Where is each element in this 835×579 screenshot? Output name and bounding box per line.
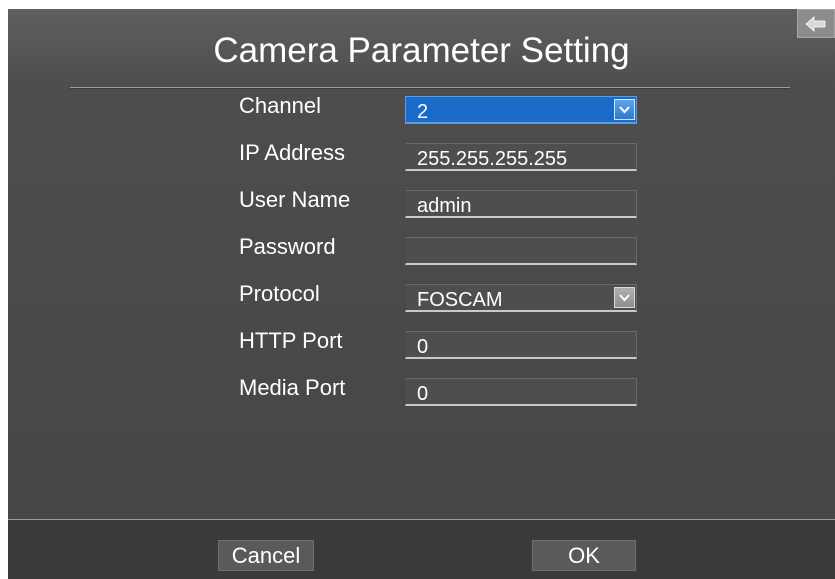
media-port-label: Media Port	[239, 375, 346, 400]
media-port-value: 0	[417, 383, 429, 405]
ip-address-field[interactable]: 255.255.255.255	[405, 143, 637, 171]
channel-select[interactable]: 2	[405, 96, 637, 124]
media-port-field[interactable]: 0	[405, 378, 637, 406]
user-name-label: User Name	[239, 187, 351, 212]
cancel-button[interactable]: Cancel	[218, 540, 314, 571]
channel-label: Channel	[239, 93, 321, 118]
channel-row: Channel 2	[8, 91, 835, 124]
title-divider	[70, 87, 790, 89]
user-name-row: User Name admin	[8, 185, 835, 218]
protocol-select[interactable]: FOSCAM	[405, 284, 637, 312]
protocol-row: Protocol FOSCAM	[8, 279, 835, 312]
http-port-row: HTTP Port 0	[8, 326, 835, 359]
chevron-down-icon[interactable]	[614, 287, 635, 308]
footer-bar: Cancel OK	[8, 520, 835, 579]
ip-address-row: IP Address 255.255.255.255	[8, 138, 835, 171]
ip-address-value: 255.255.255.255	[417, 148, 568, 170]
http-port-value: 0	[417, 336, 429, 358]
http-port-label: HTTP Port	[239, 328, 343, 353]
page-title: Camera Parameter Setting	[213, 31, 630, 70]
password-field[interactable]	[405, 237, 637, 265]
password-row: Password	[8, 232, 835, 265]
protocol-label: Protocol	[239, 281, 320, 306]
password-label: Password	[239, 234, 336, 259]
http-port-field[interactable]: 0	[405, 331, 637, 359]
user-name-value: admin	[417, 195, 472, 217]
back-arrow-icon	[804, 15, 828, 33]
channel-value: 2	[417, 101, 429, 123]
protocol-value: FOSCAM	[417, 289, 503, 311]
camera-parameter-dialog: Camera Parameter Setting Channel 2 IP Ad…	[8, 9, 835, 579]
ip-address-label: IP Address	[239, 140, 345, 165]
ok-button[interactable]: OK	[532, 540, 636, 571]
chevron-down-icon[interactable]	[614, 99, 635, 120]
user-name-field[interactable]: admin	[405, 190, 637, 218]
media-port-row: Media Port 0	[8, 373, 835, 406]
